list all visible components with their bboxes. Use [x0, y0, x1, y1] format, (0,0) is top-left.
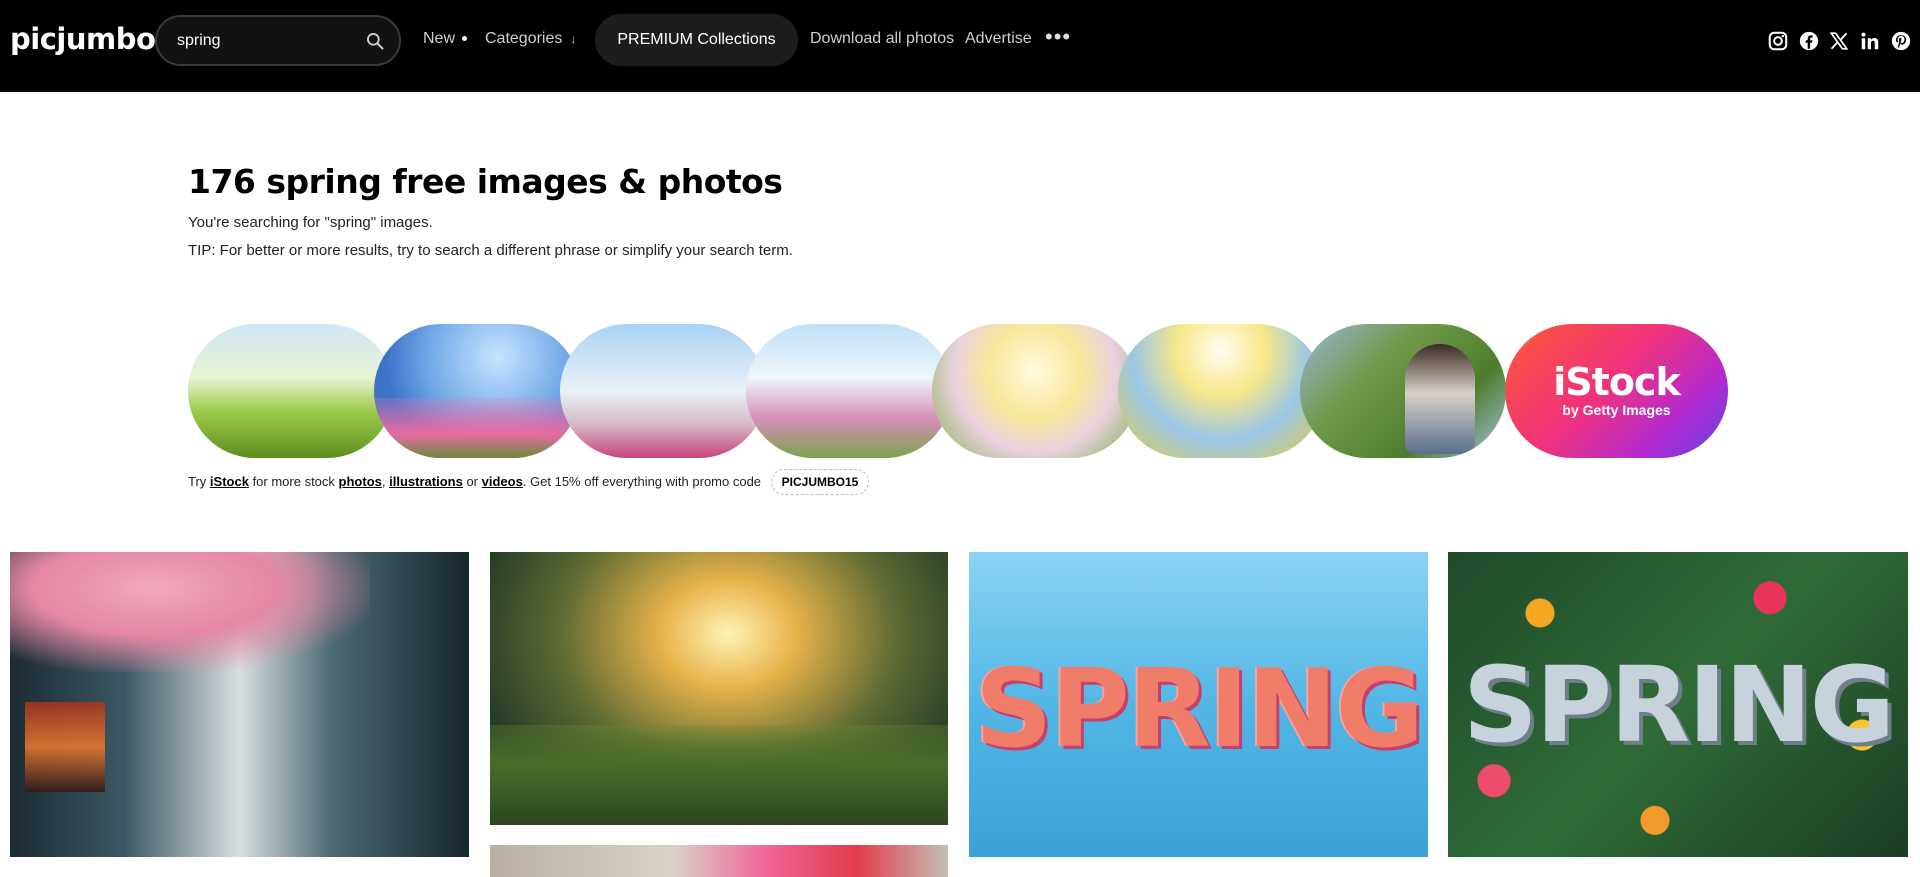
- nav-categories-label: Categories: [485, 30, 563, 47]
- instagram-icon[interactable]: [1767, 30, 1789, 52]
- istock-thumb-cosmos-flowers[interactable]: [374, 324, 580, 458]
- istock-brand: iStock: [1553, 360, 1680, 404]
- search-tip: TIP: For better or more results, try to …: [188, 242, 793, 259]
- promo-for-more: for more stock: [252, 474, 335, 489]
- arrow-down-icon: ↓: [570, 32, 577, 46]
- gallery-tile-flowers-wood[interactable]: [490, 845, 948, 877]
- search-input[interactable]: [177, 30, 357, 52]
- page-title: 176 spring free images & photos: [188, 162, 783, 201]
- gallery-tile-spring-stone-letters[interactable]: SPRING: [1448, 552, 1908, 857]
- promo-rest: . Get 15% off everything with promo code: [522, 474, 762, 489]
- spring-floral-text: SPRING: [974, 647, 1424, 772]
- x-icon[interactable]: [1828, 30, 1850, 52]
- premium-collections-button[interactable]: PREMIUM Collections: [595, 14, 798, 66]
- nav-categories[interactable]: Categories ↓: [485, 30, 576, 48]
- promo-code[interactable]: PICJUMBO15: [770, 469, 870, 495]
- search-box[interactable]: [155, 15, 401, 66]
- gallery-tile-spring-floral-letters[interactable]: SPRING: [969, 552, 1428, 857]
- photos-link[interactable]: photos: [339, 474, 382, 489]
- videos-link[interactable]: videos: [482, 474, 523, 489]
- gallery-tile-forest-sunbeams[interactable]: [490, 552, 948, 825]
- istock-link[interactable]: iStock: [210, 474, 249, 489]
- istock-thumb-gardening[interactable]: [1300, 324, 1506, 458]
- pinterest-icon[interactable]: [1890, 30, 1912, 52]
- promo-comma: ,: [381, 474, 386, 489]
- istock-promo-line: Try iStock for more stock photos, illust…: [188, 469, 870, 495]
- linkedin-icon[interactable]: [1859, 30, 1881, 52]
- picjumbo-logo[interactable]: picjumbo: [10, 22, 156, 56]
- top-navigation-bar: picjumbo New Categories ↓ PREMIUM Collect…: [0, 0, 1920, 92]
- istock-logo-card[interactable]: iStock by Getty Images: [1505, 324, 1728, 458]
- istock-thumb-wildflowers[interactable]: [560, 324, 766, 458]
- istock-thumb-yellow-bokeh[interactable]: [1118, 324, 1324, 458]
- istock-thumb-sunlit-field[interactable]: [932, 324, 1138, 458]
- facebook-icon[interactable]: [1798, 30, 1820, 52]
- nav-new-label: New: [423, 30, 456, 47]
- more-menu-icon[interactable]: •••: [1045, 24, 1071, 50]
- istock-thumb-meadow[interactable]: [188, 324, 394, 458]
- illustrations-link[interactable]: illustrations: [389, 474, 463, 489]
- gallery-tile-cherry-city[interactable]: [10, 552, 469, 857]
- promo-try: Try: [188, 474, 207, 489]
- new-dot-icon: [462, 36, 468, 42]
- search-icon[interactable]: [365, 31, 385, 51]
- spring-stone-text: SPRING: [1462, 644, 1895, 766]
- nav-new[interactable]: New: [423, 30, 468, 48]
- search-note: You're searching for "spring" images.: [188, 214, 433, 231]
- istock-thumb-butterflies[interactable]: [746, 324, 952, 458]
- istock-tagline: by Getty Images: [1562, 402, 1671, 418]
- promo-or: or: [466, 474, 478, 489]
- nav-advertise[interactable]: Advertise: [965, 30, 1032, 48]
- nav-download-all[interactable]: Download all photos: [810, 30, 954, 48]
